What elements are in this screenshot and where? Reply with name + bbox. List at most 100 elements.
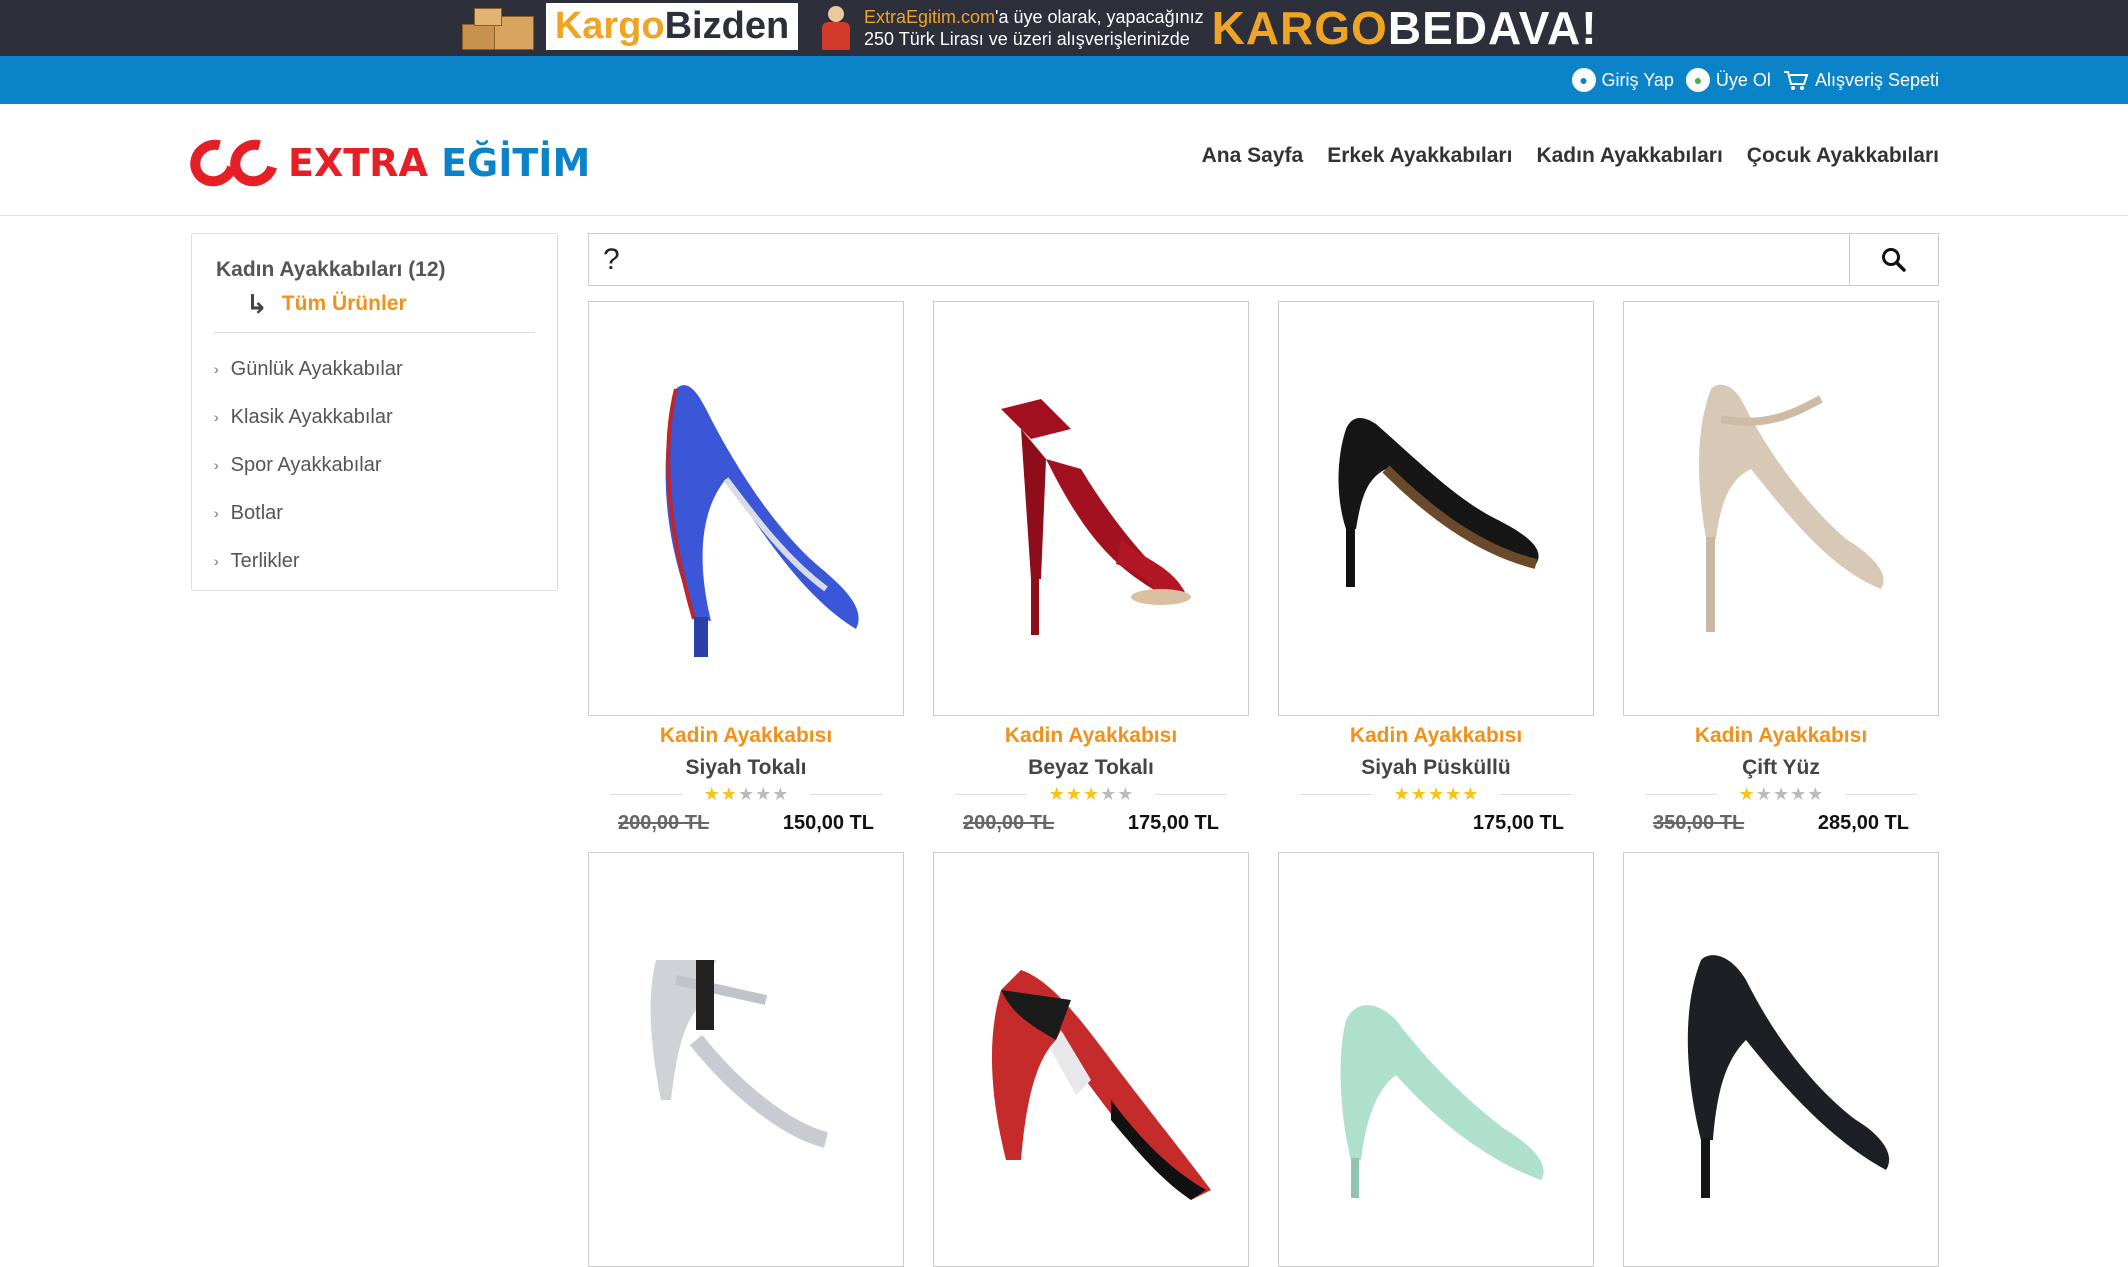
product-rating: ★ ★ ★ ★ ★ <box>933 784 1249 804</box>
product-image[interactable] <box>1278 852 1594 1267</box>
site-logo[interactable]: EXTRA EĞİTİM <box>181 131 590 195</box>
search-bar <box>588 233 1939 286</box>
star-icon: ★ <box>755 784 772 804</box>
divider <box>214 332 535 333</box>
star-icon: ★ <box>1790 784 1807 804</box>
black-leather-pump-shoe-icon <box>1687 954 1890 1198</box>
star-icon: ★ <box>1462 784 1479 804</box>
rating-stars: ★ ★ ★ ★ ★ <box>1394 785 1479 803</box>
user-add-icon: ● <box>1685 68 1710 92</box>
product-image[interactable] <box>1623 852 1939 1267</box>
category-sidebar: Kadın Ayakkabıları (12) ↳ Tüm Ürünler › G… <box>191 233 558 591</box>
sidebar-item-terlikler[interactable]: › Terlikler <box>214 537 535 585</box>
sidebar-item-botlar[interactable]: › Botlar <box>214 489 535 537</box>
rating-stars: ★ ★ ★ ★ ★ <box>1739 785 1824 803</box>
nav-home[interactable]: Ana Sayfa <box>1202 144 1304 168</box>
sidebar-item-klasik[interactable]: › Klasik Ayakkabılar <box>214 393 535 441</box>
product-name[interactable]: Siyah Püsküllü <box>1278 756 1594 780</box>
chevron-right-icon: › <box>214 409 219 425</box>
star-icon: ★ <box>1048 784 1065 804</box>
product-image[interactable] <box>933 301 1249 716</box>
star-icon: ★ <box>1445 784 1462 804</box>
star-icon: ★ <box>1807 784 1824 804</box>
chevron-right-icon: › <box>214 457 219 473</box>
product-category[interactable]: Kadin Ayakkabısı <box>1278 724 1594 748</box>
return-arrow-icon: ↳ <box>246 289 268 319</box>
cart-icon <box>1783 71 1809 90</box>
price: 285,00 TL <box>1817 812 1909 834</box>
old-price: 200,00 TL <box>963 812 1055 834</box>
nav-kids-shoes[interactable]: Çocuk Ayakkabıları <box>1747 144 1939 168</box>
category-title: Kadın Ayakkabıları (12) <box>216 258 446 281</box>
nav-men-shoes[interactable]: Erkek Ayakkabıları <box>1327 144 1512 168</box>
beige-pump-shoe-icon <box>1699 384 1884 632</box>
product-card[interactable] <box>933 852 1249 1267</box>
star-icon: ★ <box>1427 784 1445 804</box>
price: 175,00 TL <box>1127 812 1219 834</box>
chevron-right-icon: › <box>214 361 219 377</box>
product-card[interactable]: Kadin Ayakkabısı Siyah Püsküllü ★ ★ ★ ★ ★ 17… <box>1278 301 1594 835</box>
user-bar: ● Giriş Yap ● Üye Ol Alışveriş Sepeti <box>0 56 2128 104</box>
product-category[interactable]: Kadin Ayakkabısı <box>1623 724 1939 748</box>
product-image[interactable] <box>588 301 904 716</box>
site-header: EXTRA EĞİTİM Ana Sayfa Erkek Ayakkabılar… <box>0 104 2128 216</box>
star-icon: ★ <box>737 784 755 804</box>
mint-pump-shoe-icon <box>1340 1004 1544 1198</box>
product-name[interactable]: Siyah Tokalı <box>588 756 904 780</box>
product-image[interactable] <box>588 852 904 1267</box>
cart-link[interactable]: Alışveriş Sepeti <box>1783 69 1939 91</box>
black-pump-shoe-icon <box>1338 417 1539 587</box>
user-icon: ● <box>1571 68 1596 92</box>
star-icon: ★ <box>720 784 737 804</box>
product-card[interactable]: Kadin Ayakkabısı Siyah Tokalı ★ ★ ★ ★ ★ 200,… <box>588 301 904 835</box>
sidebar-item-spor[interactable]: › Spor Ayakkabılar <box>214 441 535 489</box>
product-card[interactable] <box>588 852 904 1267</box>
chevron-right-icon: › <box>214 505 219 521</box>
product-rating: ★ ★ ★ ★ ★ <box>1623 784 1939 804</box>
old-price: 200,00 TL <box>618 812 710 834</box>
product-name[interactable]: Beyaz Tokalı <box>933 756 1249 780</box>
product-card[interactable] <box>1623 852 1939 1267</box>
login-link[interactable]: ● Giriş Yap <box>1571 68 1674 92</box>
product-card[interactable]: Kadin Ayakkabısı Çift Yüz ★ ★ ★ ★ ★ 350,00 T… <box>1623 301 1939 835</box>
delivery-person-icon <box>816 4 856 52</box>
star-icon: ★ <box>772 784 789 804</box>
product-category[interactable]: Kadin Ayakkabısı <box>588 724 904 748</box>
star-icon: ★ <box>1065 784 1082 804</box>
sidebar-item-gunluk[interactable]: › Günlük Ayakkabılar <box>214 345 535 393</box>
product-rating: ★ ★ ★ ★ ★ <box>1278 784 1594 804</box>
all-products-link[interactable]: ↳ Tüm Ürünler <box>246 289 535 319</box>
product-image[interactable] <box>933 852 1249 1267</box>
star-icon: ★ <box>1738 784 1755 804</box>
register-link[interactable]: ● Üye Ol <box>1685 68 1771 92</box>
main-nav: Ana Sayfa Erkek Ayakkabıları Kadın Ayakk… <box>1202 144 1939 168</box>
product-image[interactable] <box>1278 301 1594 716</box>
product-card[interactable] <box>1278 852 1594 1267</box>
search-input[interactable] <box>588 233 1849 286</box>
old-price: 350,00 TL <box>1653 812 1745 834</box>
chevron-right-icon: › <box>214 553 219 569</box>
product-category[interactable]: Kadin Ayakkabısı <box>933 724 1249 748</box>
star-icon: ★ <box>1755 784 1772 804</box>
ee-logo-icon <box>181 131 287 195</box>
star-icon: ★ <box>1393 784 1410 804</box>
price: 150,00 TL <box>782 812 874 834</box>
boxes-icon <box>462 6 538 50</box>
nav-women-shoes[interactable]: Kadın Ayakkabıları <box>1536 144 1722 168</box>
product-rating: ★ ★ ★ ★ ★ <box>588 784 904 804</box>
promo-headline: KARGOBEDAVA! <box>1211 2 1598 54</box>
red-sandal-shoe-icon <box>1001 398 1191 635</box>
product-name[interactable]: Çift Yüz <box>1623 756 1939 780</box>
star-icon: ★ <box>1100 784 1117 804</box>
star-icon: ★ <box>1410 784 1427 804</box>
promo-banner[interactable]: Kargo Bizden ExtraEgitim.com'a üye olarak… <box>0 0 2128 56</box>
search-icon <box>1882 247 1906 272</box>
promo-text: ExtraEgitim.com'a üye olarak, yapacağını… <box>864 7 1204 49</box>
product-card[interactable]: Kadin Ayakkabısı Beyaz Tokalı ★ ★ ★ ★ ★ 200,… <box>933 301 1249 835</box>
search-button[interactable] <box>1849 233 1939 286</box>
red-black-pump-shoe-icon <box>991 969 1211 1200</box>
product-image[interactable] <box>1623 301 1939 716</box>
rating-stars: ★ ★ ★ ★ ★ <box>704 785 789 803</box>
star-icon: ★ <box>1117 784 1134 804</box>
star-icon: ★ <box>1772 784 1790 804</box>
